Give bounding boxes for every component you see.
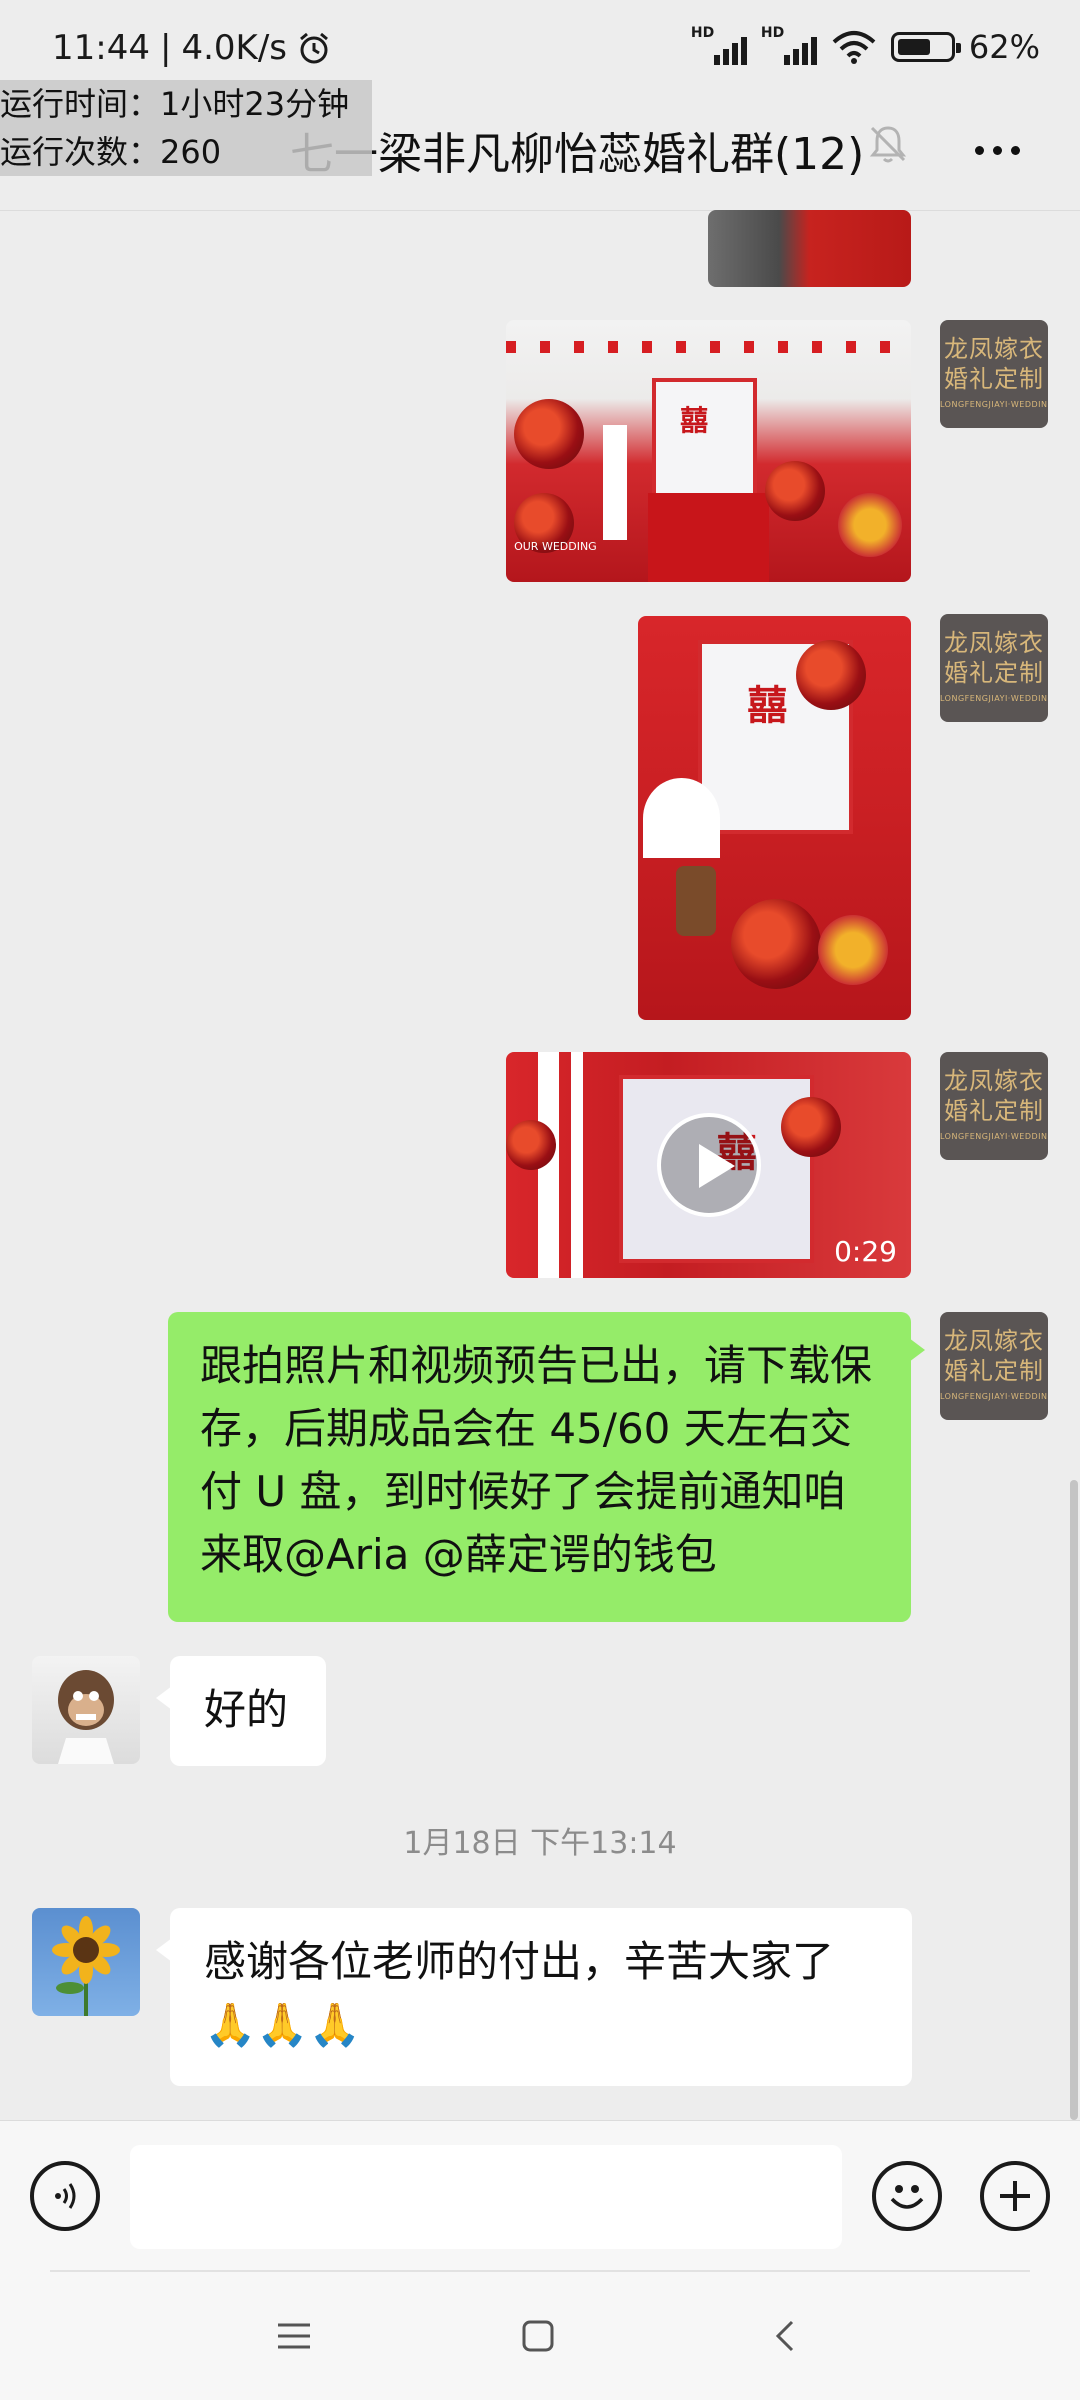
input-bar	[0, 2120, 1080, 2271]
emoji-button[interactable]	[872, 2161, 942, 2231]
play-icon[interactable]	[656, 1113, 761, 1217]
brand-line3: LONGFENGJIAYI·WEDDING	[940, 400, 1048, 409]
wifi-icon	[832, 31, 876, 64]
runtime-label: 运行时间：1小时23分钟	[0, 85, 350, 123]
emoji-icon	[890, 2185, 924, 2209]
hd-label: HD	[690, 25, 715, 41]
separator: |	[159, 28, 172, 68]
signal-1-icon: HD	[691, 25, 747, 65]
brand-line2: 婚礼定制	[944, 1097, 1044, 1125]
brand-line1: 龙凤嫁衣	[944, 1067, 1044, 1095]
sent-text-message[interactable]: 跟拍照片和视频预告已出，请下载保存，后期成品会在 45/60 天左右交付 U 盘…	[168, 1312, 925, 1622]
status-time-area: 11:44 | 4.0K/s	[52, 28, 331, 68]
sender-avatar[interactable]: 龙凤嫁衣 婚礼定制 LONGFENGJIAYI·WEDDING	[940, 1312, 1048, 1420]
image-message[interactable]: 囍	[638, 616, 911, 1020]
alarm-icon	[300, 32, 328, 64]
system-nav-bar	[0, 2270, 1080, 2400]
xi-character: 囍	[680, 403, 709, 437]
message-input[interactable]	[130, 2145, 842, 2249]
menu-icon[interactable]	[276, 2318, 312, 2354]
back-icon[interactable]	[768, 2318, 804, 2354]
status-bar: 11:44 | 4.0K/s HD HD 62%	[0, 0, 1080, 90]
sender-avatar[interactable]: 龙凤嫁衣 婚礼定制 LONGFENGJIAYI·WEDDING	[940, 320, 1048, 428]
emoji-text: 🙏🙏🙏	[204, 2000, 361, 2049]
chat-title[interactable]: 七一梁非凡柳怡蕊婚礼群(12)	[290, 118, 864, 182]
sender-avatar[interactable]: 龙凤嫁衣 婚礼定制 LONGFENGJIAYI·WEDDING	[940, 614, 1048, 722]
video-message[interactable]: 囍 0:29	[506, 1052, 911, 1278]
run-count-label: 运行次数：260	[0, 133, 222, 171]
chat-scrollbar[interactable]	[1070, 1480, 1078, 2120]
brand-line3: LONGFENGJIAYI·WEDDING	[940, 694, 1048, 703]
voice-icon	[55, 2183, 76, 2209]
monkey-icon	[58, 1670, 114, 1764]
battery-icon	[890, 32, 961, 62]
video-duration: 0:29	[834, 1235, 897, 1268]
add-more-button[interactable]	[980, 2161, 1050, 2231]
image-message-partial[interactable]	[708, 210, 911, 287]
more-options-icon[interactable]	[975, 146, 1020, 155]
runtime-overlay: 运行时间：1小时23分钟 运行次数：260	[0, 80, 372, 176]
sunflower-icon	[52, 1916, 120, 2016]
message-text: 跟拍照片和视频预告已出，请下载保存，后期成品会在 45/60 天左右交付 U 盘…	[200, 1341, 873, 1579]
image-message[interactable]: 囍 OUR WEDDING	[506, 320, 911, 582]
hd-label: HD	[760, 25, 785, 41]
message-text: 好的	[204, 1685, 289, 1734]
mute-bell-icon	[869, 126, 907, 163]
home-icon[interactable]	[520, 2318, 556, 2354]
plus-icon	[1000, 2181, 1030, 2211]
brand-line1: 龙凤嫁衣	[944, 335, 1044, 363]
sender-avatar[interactable]: 龙凤嫁衣 婚礼定制 LONGFENGJIAYI·WEDDING	[940, 1052, 1048, 1160]
received-text-message[interactable]: 好的	[156, 1656, 326, 1766]
brand-line1: 龙凤嫁衣	[944, 1327, 1044, 1355]
received-text-message[interactable]: 感谢各位老师的付出，辛苦大家了 🙏🙏🙏	[156, 1908, 912, 2086]
brand-line3: LONGFENGJIAYI·WEDDING	[940, 1132, 1048, 1141]
voice-input-button[interactable]	[30, 2161, 100, 2231]
brand-line1: 龙凤嫁衣	[944, 629, 1044, 657]
sunflower-avatar[interactable]	[32, 1908, 140, 2016]
brand-line2: 婚礼定制	[944, 659, 1044, 687]
signal-2-icon: HD	[761, 25, 817, 65]
brand-line3: LONGFENGJIAYI·WEDDING	[940, 1392, 1048, 1401]
brand-line2: 婚礼定制	[944, 365, 1044, 393]
brand-line2: 婚礼定制	[944, 1357, 1044, 1385]
our-wedding-text: OUR WEDDING	[514, 540, 597, 554]
monkey-avatar[interactable]	[32, 1656, 140, 1764]
message-text: 感谢各位老师的付出，辛苦大家了	[204, 1937, 835, 1986]
status-icons: HD HD 62%	[691, 25, 1040, 66]
battery-percent: 62%	[968, 28, 1040, 66]
network-speed: 4.0K/s	[181, 28, 287, 68]
xi-character: 囍	[747, 681, 788, 729]
chat-timestamp: 1月18日 下午13:14	[403, 1826, 677, 1861]
clock-time: 11:44	[52, 28, 150, 68]
